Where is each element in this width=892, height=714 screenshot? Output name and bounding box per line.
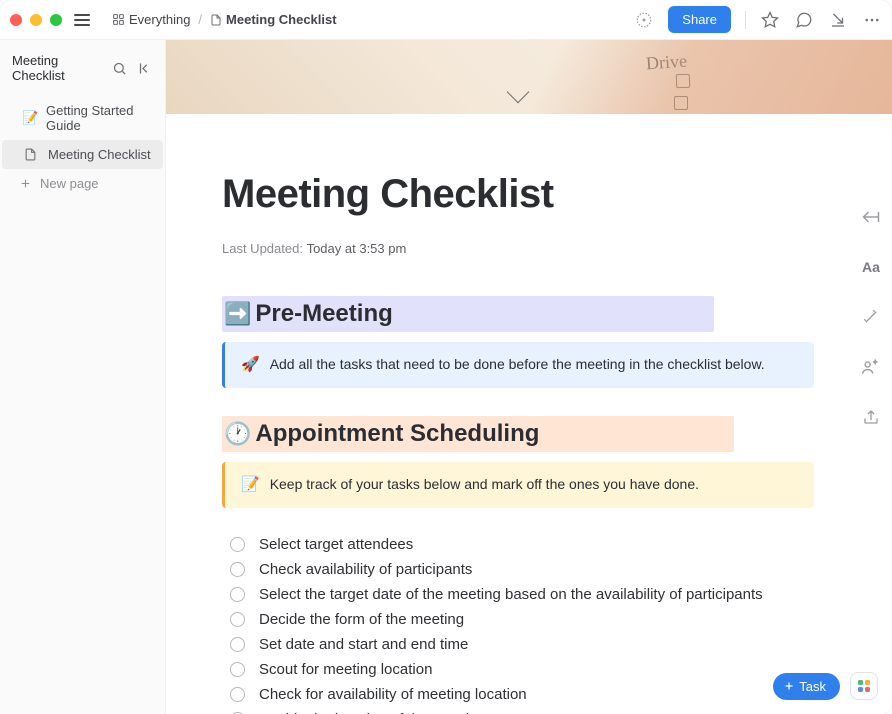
sidebar-item-label: Meeting Checklist [48, 147, 151, 162]
zoom-window-dot[interactable] [50, 14, 62, 26]
breadcrumb-root[interactable]: Everything [112, 12, 190, 27]
menu-icon[interactable] [74, 14, 90, 26]
last-updated-label: Last Updated: [222, 241, 303, 256]
cover-decor-box [676, 74, 690, 88]
sidebar-item-meeting-checklist[interactable]: Meeting Checklist [2, 140, 163, 169]
sidebar-new-page[interactable]: New page [0, 169, 165, 198]
grid-icon [112, 13, 125, 26]
checklist-item[interactable]: Select the target date of the meeting ba… [230, 586, 814, 603]
share-button[interactable]: Share [668, 6, 731, 33]
callout-appointment[interactable]: 📝 Keep track of your tasks below and mar… [222, 462, 814, 508]
close-window-dot[interactable] [10, 14, 22, 26]
cover-image[interactable]: Drive [166, 40, 892, 114]
target-dotted-icon[interactable] [634, 10, 654, 30]
heading-text: Appointment Scheduling [255, 420, 539, 448]
page-title[interactable]: Meeting Checklist [222, 172, 814, 217]
breadcrumb: Everything / Meeting Checklist [112, 12, 337, 27]
sidebar-item-getting-started[interactable]: 📝 Getting Started Guide [0, 96, 165, 140]
expand-width-icon[interactable] [860, 206, 882, 228]
cover-decor-text: Drive [645, 51, 687, 75]
callout-text: Keep track of your tasks below and mark … [270, 476, 699, 492]
plus-icon [783, 680, 795, 692]
more-icon[interactable] [862, 10, 882, 30]
checkbox-circle-icon[interactable] [230, 587, 245, 602]
main: Drive Meeting Checklist Last Updated: To… [166, 40, 892, 714]
floating-actions: Task [773, 672, 878, 700]
checkbox-circle-icon[interactable] [230, 537, 245, 552]
checkbox-circle-icon[interactable] [230, 562, 245, 577]
checklist-item[interactable]: Select target attendees [230, 536, 814, 553]
topbar-right: Share [634, 6, 882, 33]
checklist-item-label: Select target attendees [259, 536, 413, 553]
sidebar-header: Meeting Checklist [0, 40, 165, 96]
collapse-sidebar-icon[interactable] [135, 58, 155, 78]
checkbox-circle-icon[interactable] [230, 662, 245, 677]
checklist-item-label: Set date and start and end time [259, 636, 468, 653]
window-controls [10, 14, 62, 26]
apps-button[interactable] [850, 672, 878, 700]
clock-icon: 🕐 [224, 421, 251, 447]
document: Meeting Checklist Last Updated: Today at… [166, 114, 892, 714]
plus-icon [18, 177, 32, 191]
font-icon[interactable]: Aa [860, 256, 882, 278]
breadcrumb-page[interactable]: Meeting Checklist [210, 12, 337, 27]
new-task-label: Task [799, 679, 826, 694]
checklist-item-label: Check for availability of meeting locati… [259, 686, 527, 703]
search-icon[interactable] [109, 58, 129, 78]
doc-icon [210, 13, 222, 27]
topbar-divider [745, 11, 746, 29]
download-icon[interactable] [828, 10, 848, 30]
checklist-item[interactable]: Check for availability of meeting locati… [230, 686, 814, 703]
layout: Meeting Checklist 📝 Getting Started Guid… [0, 40, 892, 714]
doc-icon [24, 148, 40, 161]
checklist-item-label: Scout for meeting location [259, 661, 432, 678]
star-icon[interactable] [760, 10, 780, 30]
checklist-item-label: Check availability of participants [259, 561, 472, 578]
sidebar-item-label: Getting Started Guide [46, 103, 153, 133]
cover-decor-box [674, 96, 688, 110]
checkbox-circle-icon[interactable] [230, 612, 245, 627]
comment-icon[interactable] [794, 10, 814, 30]
checklist-item[interactable]: Check availability of participants [230, 561, 814, 578]
right-rail: Aa [860, 206, 882, 428]
minimize-window-dot[interactable] [30, 14, 42, 26]
last-updated: Last Updated: Today at 3:53 pm [222, 241, 814, 256]
topbar: Everything / Meeting Checklist Share [0, 0, 892, 40]
sidebar-new-page-label: New page [40, 176, 99, 191]
checkbox-circle-icon[interactable] [230, 637, 245, 652]
sidebar-title: Meeting Checklist [12, 53, 103, 83]
heading-appointment-scheduling[interactable]: 🕐 Appointment Scheduling [222, 416, 734, 452]
callout-text: Add all the tasks that need to be done b… [270, 356, 765, 372]
memo-icon: 📝 [241, 476, 260, 494]
new-task-button[interactable]: Task [773, 673, 840, 700]
callout-pre-meeting[interactable]: 🚀 Add all the tasks that need to be done… [222, 342, 814, 388]
heading-pre-meeting[interactable]: ➡️ Pre-Meeting [222, 296, 714, 332]
checklist-item[interactable]: Decide the form of the meeting [230, 611, 814, 628]
checklist-item[interactable]: Set date and start and end time [230, 636, 814, 653]
checklist-item-label: Select the target date of the meeting ba… [259, 586, 763, 603]
checklist-item-label: Decide the form of the meeting [259, 611, 464, 628]
checklist: Select target attendees Check availabili… [230, 536, 814, 714]
sidebar: Meeting Checklist 📝 Getting Started Guid… [0, 40, 166, 714]
people-sparkle-icon[interactable] [860, 356, 882, 378]
breadcrumb-page-label: Meeting Checklist [226, 12, 337, 27]
rocket-icon: 🚀 [241, 356, 260, 374]
export-icon[interactable] [860, 406, 882, 428]
apps-grid-icon [858, 680, 870, 692]
sidebar-list: 📝 Getting Started Guide Meeting Checklis… [0, 96, 165, 198]
checkbox-circle-icon[interactable] [230, 687, 245, 702]
memo-icon: 📝 [22, 110, 38, 126]
magic-wand-icon[interactable] [860, 306, 882, 328]
cover-decor-arrow [507, 81, 530, 104]
checklist-item[interactable]: Scout for meeting location [230, 661, 814, 678]
breadcrumb-root-label: Everything [129, 12, 190, 27]
arrow-right-icon: ➡️ [224, 301, 251, 327]
last-updated-value: Today at 3:53 pm [307, 241, 407, 256]
heading-text: Pre-Meeting [255, 300, 392, 328]
breadcrumb-separator: / [198, 12, 202, 27]
